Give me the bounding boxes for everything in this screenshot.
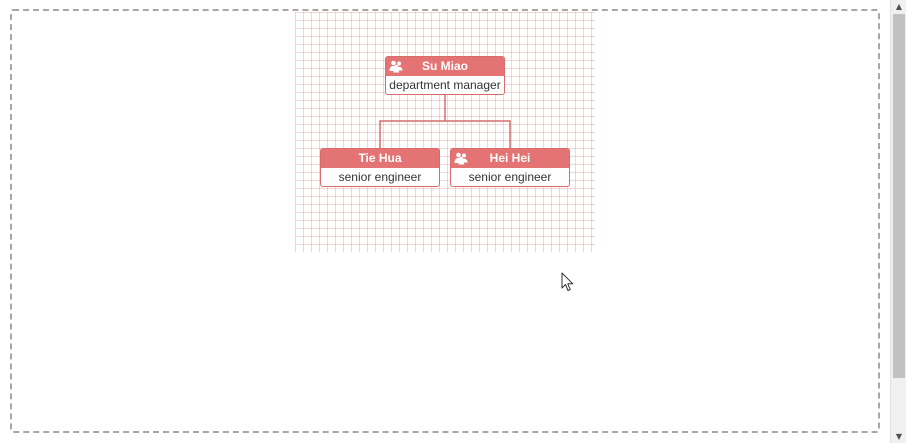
scroll-thumb[interactable] (893, 14, 905, 378)
node-title: department manager (389, 78, 501, 92)
people-icon (389, 60, 403, 73)
canvas-viewport: Su Miao department manager Tie Hua senio… (0, 0, 906, 443)
scroll-up-arrow-icon[interactable]: ▲ (891, 0, 906, 13)
node-header: Hei Hei (451, 149, 569, 168)
node-name: Hei Hei (489, 151, 531, 165)
grid-canvas[interactable] (295, 12, 595, 252)
people-icon (454, 152, 468, 165)
node-title: senior engineer (338, 170, 422, 184)
scroll-down-arrow-icon[interactable]: ▼ (891, 430, 906, 443)
org-node-child[interactable]: Tie Hua senior engineer (320, 148, 440, 187)
node-header: Tie Hua (321, 149, 439, 168)
node-header: Su Miao (386, 57, 504, 76)
org-node-child[interactable]: Hei Hei senior engineer (450, 148, 570, 187)
node-title: senior engineer (468, 170, 552, 184)
node-name: Su Miao (421, 59, 468, 73)
node-name: Tie Hua (358, 151, 402, 165)
vertical-scrollbar[interactable]: ▲ ▼ (890, 0, 906, 443)
org-node-root[interactable]: Su Miao department manager (385, 56, 505, 95)
